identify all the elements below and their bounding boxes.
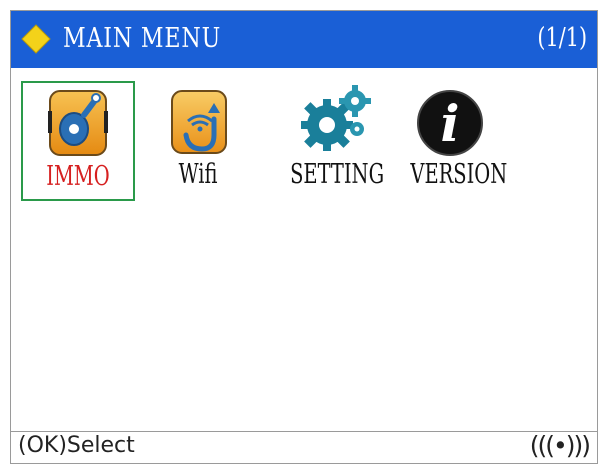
menu-item-label: IMMO	[46, 161, 110, 192]
menu-item-label: SETTING	[290, 159, 385, 190]
svg-text:i: i	[441, 94, 460, 153]
info-icon: i	[417, 90, 483, 156]
menu-item-label: VERSION	[410, 159, 508, 190]
key-remote-icon	[48, 90, 108, 156]
menu-item-version[interactable]: i VERSION	[395, 81, 508, 201]
wifi-hand-icon	[171, 90, 227, 154]
page-title: MAIN MENU	[63, 23, 222, 54]
key-hint: (OK)Select	[18, 433, 135, 458]
yellow-diamond-icon	[21, 24, 51, 54]
title-bar: MAIN MENU (1/1)	[11, 11, 597, 68]
page-indicator: (1/1)	[537, 23, 587, 53]
device-screen: MAIN MENU (1/1) IMMO Wifi SETTING i VERS…	[10, 10, 598, 464]
status-bar: (OK)Select (((•)))	[11, 431, 597, 463]
menu-item-setting[interactable]: SETTING	[273, 81, 395, 201]
menu-item-label: Wifi	[178, 159, 218, 190]
gears-icon	[301, 85, 371, 151]
signal-icon: (((•)))	[529, 431, 591, 460]
menu-item-wifi[interactable]: Wifi	[145, 81, 251, 201]
menu-item-immo[interactable]: IMMO	[21, 81, 135, 201]
